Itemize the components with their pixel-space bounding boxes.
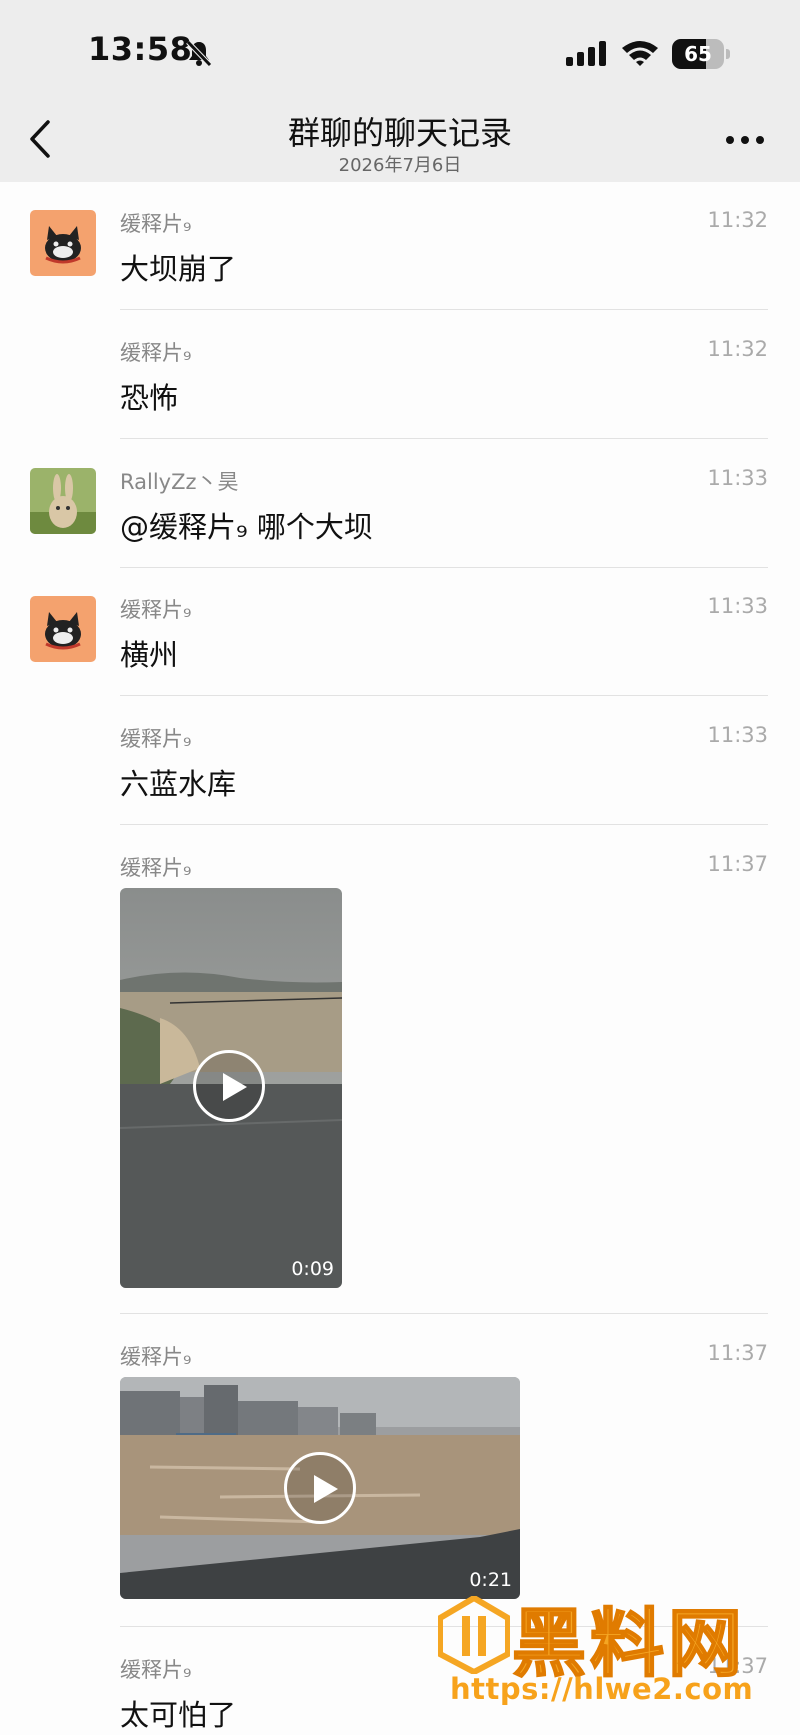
- sender-name: 缓释片₉: [120, 1345, 192, 1369]
- message-text: @缓释片₉ 哪个大坝: [120, 510, 373, 544]
- sender-name: 缓释片₉: [120, 856, 192, 880]
- video-duration: 0:09: [291, 1258, 334, 1280]
- status-bar: 13:58 65: [0, 0, 800, 100]
- video-thumbnail[interactable]: 0:21: [120, 1377, 520, 1599]
- divider: [120, 824, 768, 825]
- play-icon[interactable]: [284, 1452, 356, 1524]
- cat-avatar-image: [30, 210, 96, 276]
- rabbit-avatar-image: [30, 468, 96, 534]
- bell-muted-icon: [186, 40, 212, 67]
- message-time: 11:33: [707, 594, 768, 618]
- cat-avatar-image: [30, 596, 96, 662]
- page-title: 群聊的聊天记录: [287, 114, 512, 152]
- message-time: 11:32: [707, 337, 768, 361]
- video-duration: 0:21: [469, 1569, 512, 1591]
- sender-name: 缓释片₉: [120, 1658, 192, 1682]
- message-time: 11:33: [707, 723, 768, 747]
- play-icon[interactable]: [193, 1050, 265, 1122]
- sender-name: 缓释片₉: [120, 212, 192, 236]
- page-subtitle-date: 2026年7月6日: [338, 155, 462, 176]
- message-item: 缓释片₉ 11:33 六蓝水库: [0, 711, 800, 825]
- rabbit-avatar[interactable]: [30, 468, 96, 534]
- battery-level-text: 65: [684, 42, 712, 66]
- sender-name: 缓释片₉: [120, 727, 192, 751]
- wifi-icon: [622, 41, 658, 66]
- message-text: 大坝崩了: [120, 252, 237, 286]
- message-time: 11:33: [707, 466, 768, 490]
- message-time: 11:37: [707, 852, 768, 876]
- cat-avatar[interactable]: [30, 596, 96, 662]
- message-text: 恐怖: [120, 381, 179, 415]
- message-text: 六蓝水库: [120, 767, 237, 801]
- divider: [120, 1313, 768, 1314]
- battery-cap: [726, 49, 730, 59]
- divider: [120, 438, 768, 439]
- sender-name: RallyZz丶昊: [120, 470, 239, 494]
- message-item: 缓释片₉ 11:32 大坝崩了: [0, 196, 800, 310]
- sender-name: 缓释片₉: [120, 598, 192, 622]
- signal-icon: [566, 41, 606, 66]
- watermark-url: https://hlwe2.com: [450, 1672, 754, 1706]
- cat-avatar[interactable]: [30, 210, 96, 276]
- message-item: 缓释片₉ 11:33 横州: [0, 582, 800, 696]
- top-bar: 13:58 65 群聊的聊天记录 2026年7月6日: [0, 0, 800, 182]
- video-thumbnail[interactable]: 0:09: [120, 888, 342, 1288]
- sender-name: 缓释片₉: [120, 341, 192, 365]
- watermark-logo: [438, 1596, 510, 1674]
- message-item: 缓释片₉ 11:37 0:21: [0, 1329, 800, 1627]
- more-options-icon[interactable]: [720, 122, 770, 158]
- divider: [120, 309, 768, 310]
- message-item: 缓释片₉ 11:37 0:09: [0, 840, 800, 1314]
- message-item: RallyZz丶昊 11:33 @缓释片₉ 哪个大坝: [0, 454, 800, 568]
- divider: [120, 567, 768, 568]
- message-text: 太可怕了: [120, 1698, 237, 1732]
- divider: [120, 695, 768, 696]
- message-time: 11:37: [707, 1341, 768, 1365]
- message-time: 11:32: [707, 208, 768, 232]
- battery-icon: 65: [672, 39, 730, 69]
- message-text: 横州: [120, 638, 179, 672]
- message-item: 缓释片₉ 11:32 恐怖: [0, 325, 800, 439]
- status-time: 13:58: [88, 30, 193, 68]
